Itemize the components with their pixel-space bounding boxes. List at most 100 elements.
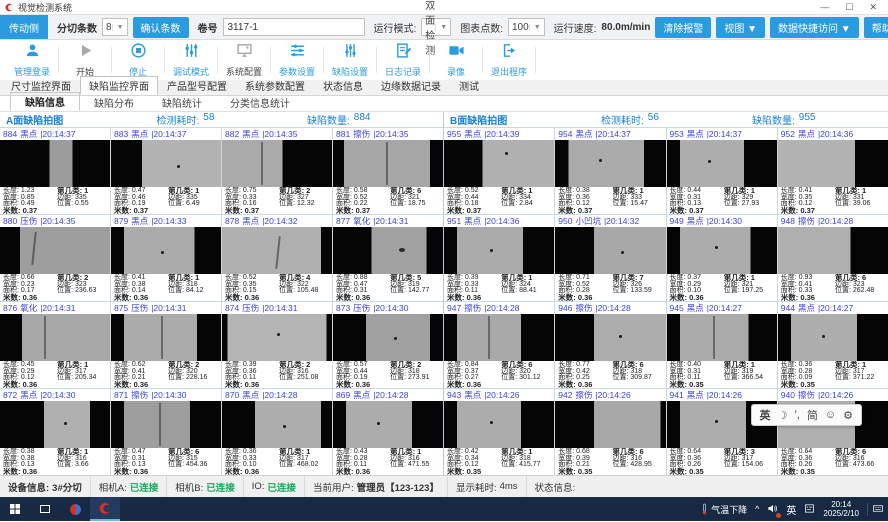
defect-cell[interactable]: 883 黑点 |20:14:37 长度: 0.47宽度: 0.46面积: 0.1…	[111, 128, 221, 214]
action-button-monitor[interactable]: 系统配置	[218, 42, 270, 78]
action-button-play[interactable]: 开始	[59, 42, 111, 78]
action-button-defect-sliders[interactable]: 缺陷设置	[324, 42, 376, 78]
subtab-缺陷分布[interactable]: 缺陷分布	[80, 94, 148, 111]
action-button-params-sliders[interactable]: 参数设置	[271, 42, 323, 78]
detect-time-label: 检测耗时:	[157, 112, 200, 127]
pinned-app-icon[interactable]	[60, 497, 90, 521]
task-view-button[interactable]	[30, 497, 60, 521]
defect-cell[interactable]: 878 黑点 |20:14:32 长度: 0.52宽度: 0.35面积: 0.1…	[222, 215, 332, 301]
defect-cell[interactable]: 877 氧化 |20:14:31 长度: 0.88宽度: 0.47面积: 0.3…	[333, 215, 443, 301]
defect-cell[interactable]: 879 黑点 |20:14:33 长度: 0.41宽度: 0.38面积: 0.1…	[111, 215, 221, 301]
defect-cell[interactable]: 947 擦伤 |20:14:28 长度: 0.84宽度: 0.37面积: 0.2…	[444, 302, 554, 388]
defect-cell[interactable]: 875 压伤 |20:14:31 长度: 0.62宽度: 0.41面积: 0.2…	[111, 302, 221, 388]
ime-emoji-icon[interactable]: ☺	[825, 409, 836, 421]
defect-id: 940	[781, 390, 795, 400]
defect-metrics-left: 长度: 0.38宽度: 0.36面积: 0.12米数: 0.37	[558, 188, 612, 214]
defect-cell[interactable]: 871 擦伤 |20:14:30 长度: 0.47宽度: 0.31面积: 0.1…	[111, 389, 221, 475]
ime-moon-icon[interactable]: ☽	[778, 409, 788, 422]
ime-settings-icon[interactable]: ⚙	[843, 409, 853, 422]
confirm-count-button[interactable]: 确认条数	[133, 17, 189, 38]
defect-time: |20:14:35	[373, 129, 408, 139]
drive-side-button[interactable]: 传动侧	[0, 15, 48, 39]
help-menu-button[interactable]: 帮助 ▼	[864, 17, 888, 38]
tab-边缘数据记录[interactable]: 边缘数据记录	[372, 76, 450, 95]
defect-type: 黑点	[687, 128, 704, 140]
defect-cell[interactable]: 945 黑点 |20:14:27 长度: 0.40宽度: 0.31面积: 0.1…	[667, 302, 777, 388]
defect-metrics-right: 第几类: 7边距: 326位置: 133.59	[612, 275, 662, 301]
roll-number-input[interactable]	[223, 18, 365, 36]
defect-cell[interactable]: 944 黑点 |20:14:27 长度: 0.36宽度: 0.28面积: 0.0…	[778, 302, 888, 388]
input-language-indicator[interactable]: 英	[786, 502, 796, 517]
action-button-stop[interactable]: 停止	[112, 42, 164, 78]
defect-cell[interactable]: 949 黑点 |20:14:30 长度: 0.37宽度: 0.29面积: 0.1…	[667, 215, 777, 301]
chart-points-select[interactable]: 100▼	[508, 18, 545, 36]
ime-lang-toggle[interactable]: 英	[760, 407, 771, 423]
ime-punctuation-toggle[interactable]: ’,	[794, 409, 800, 421]
ime-mode-icon[interactable]	[804, 503, 815, 516]
tab-系统参数配置[interactable]: 系统参数配置	[236, 76, 314, 95]
slit-count-select[interactable]: 8▼	[102, 18, 128, 36]
subtab-缺陷统计[interactable]: 缺陷统计	[148, 94, 216, 111]
action-button-log[interactable]: 日志记录	[377, 42, 429, 78]
defect-cell[interactable]: 953 黑点 |20:14:37 长度: 0.44宽度: 0.31面积: 0.1…	[667, 128, 777, 214]
weather-widget[interactable]: 气温下降	[701, 503, 747, 516]
defect-cell[interactable]: 943 黑点 |20:14:26 长度: 0.42宽度: 0.34面积: 0.1…	[444, 389, 554, 475]
defect-cell[interactable]: 869 黑点 |20:14:28 长度: 0.43宽度: 0.28面积: 0.1…	[333, 389, 443, 475]
panel-title: A面缺陷拍图	[6, 112, 157, 127]
volume-icon[interactable]	[767, 503, 778, 516]
defect-cell[interactable]: 942 擦伤 |20:14:26 长度: 0.68宽度: 0.39面积: 0.2…	[555, 389, 665, 475]
view-menu-button[interactable]: 视图 ▼	[716, 17, 765, 38]
subtab-缺陷信息[interactable]: 缺陷信息	[10, 92, 80, 111]
ime-simplified-toggle[interactable]: 简	[807, 407, 818, 423]
defect-mark	[277, 333, 280, 336]
defect-cell[interactable]: 946 擦伤 |20:14:28 长度: 0.77宽度: 0.42面积: 0.2…	[555, 302, 665, 388]
action-button-user[interactable]: 管理登录	[6, 42, 58, 78]
defect-cell[interactable]: 955 黑点 |20:14:39 长度: 0.52宽度: 0.44面积: 0.1…	[444, 128, 554, 214]
tab-状态信息[interactable]: 状态信息	[314, 76, 372, 95]
defect-metrics-left: 长度: 1.23宽度: 0.85面积: 0.49米数: 0.37	[3, 188, 57, 214]
subtab-分类信息统计[interactable]: 分类信息统计	[216, 94, 304, 111]
action-button-exit[interactable]: 退出程序	[483, 42, 535, 78]
tray-expand-chevron[interactable]: ^	[755, 504, 759, 514]
defect-cell[interactable]: 941 黑点 |20:14:26 长度: 0.64宽度: 0.36面积: 0.2…	[667, 389, 777, 475]
start-button[interactable]	[0, 497, 30, 521]
defect-cell[interactable]: 882 黑点 |20:14:35 长度: 0.75宽度: 0.33面积: 0.1…	[222, 128, 332, 214]
defect-mark	[715, 420, 718, 423]
defect-cell[interactable]: 870 黑点 |20:14:28 长度: 0.36宽度: 0.33面积: 0.1…	[222, 389, 332, 475]
tab-产品型号配置[interactable]: 产品型号配置	[158, 76, 236, 95]
defect-cell[interactable]: 940 擦伤 |20:14:26 长度: 0.64宽度: 0.36面积: 0.2…	[778, 389, 888, 475]
detection-app-taskbar-icon[interactable]	[90, 497, 120, 521]
action-button-debug-sliders[interactable]: 调试模式	[165, 42, 217, 78]
defect-mark	[715, 246, 718, 249]
defect-cell[interactable]: 884 黑点 |20:14:37 长度: 1.23宽度: 0.85面积: 0.4…	[0, 128, 110, 214]
defect-metrics-left: 长度: 0.47宽度: 0.46面积: 0.19米数: 0.37	[114, 188, 168, 214]
chevron-down-icon: ▼	[529, 24, 541, 31]
defect-cell[interactable]: 948 擦伤 |20:14:28 长度: 0.93宽度: 0.41面积: 0.3…	[778, 215, 888, 301]
data-quick-access-menu-button[interactable]: 数据快捷访问 ▼	[770, 17, 859, 38]
maximize-button[interactable]: ☐	[845, 0, 853, 14]
action-button-camera[interactable]: 录像	[430, 42, 482, 78]
touch-keyboard-icon[interactable]	[867, 503, 884, 516]
run-mode-select[interactable]: 双面检测▼	[421, 18, 451, 36]
defect-cell[interactable]: 950 小凹坑 |20:14:32 长度: 0.71宽度: 0.52面积: 0.…	[555, 215, 665, 301]
notification-badge	[776, 513, 781, 518]
tab-测试[interactable]: 测试	[450, 76, 488, 95]
defect-cell[interactable]: 952 黑点 |20:14:36 长度: 0.41宽度: 0.35面积: 0.1…	[778, 128, 888, 214]
settings-toolbar: 传动侧 分切条数 8▼ 确认条数 卷号 运行模式: 双面检测▼ 图表点数: 10…	[0, 14, 888, 40]
defect-cell[interactable]: 872 黑点 |20:14:30 长度: 0.38宽度: 0.38面积: 0.1…	[0, 389, 110, 475]
defect-cell[interactable]: 876 氧化 |20:14:31 长度: 0.45宽度: 0.29面积: 0.1…	[0, 302, 110, 388]
taskbar-clock[interactable]: 20:14 2025/2/10	[823, 500, 859, 518]
minimize-button[interactable]: —	[820, 0, 829, 14]
defect-mark	[621, 251, 624, 254]
defect-cell[interactable]: 874 压伤 |20:14:31 长度: 0.39宽度: 0.36面积: 0.1…	[222, 302, 332, 388]
defect-cell[interactable]: 873 压伤 |20:14:30 长度: 0.57宽度: 0.44面积: 0.1…	[333, 302, 443, 388]
defect-cell[interactable]: 880 压伤 |20:14:35 长度: 0.66宽度: 0.23面积: 0.1…	[0, 215, 110, 301]
defect-cell[interactable]: 881 擦伤 |20:14:35 长度: 0.58宽度: 0.52面积: 0.2…	[333, 128, 443, 214]
defect-cell[interactable]: 954 黑点 |20:14:37 长度: 0.38宽度: 0.36面积: 0.1…	[555, 128, 665, 214]
defect-cell[interactable]: 951 黑点 |20:14:36 长度: 0.39宽度: 0.33面积: 0.1…	[444, 215, 554, 301]
close-button[interactable]: ✕	[869, 0, 877, 14]
defect-metrics-right: 第几类: 1边距: 335位置: 6.49	[168, 188, 218, 214]
tab-缺陷监控界面[interactable]: 缺陷监控界面	[80, 76, 158, 95]
defect-thumbnail	[444, 314, 554, 362]
clear-alarm-button[interactable]: 清除报警	[655, 17, 711, 38]
